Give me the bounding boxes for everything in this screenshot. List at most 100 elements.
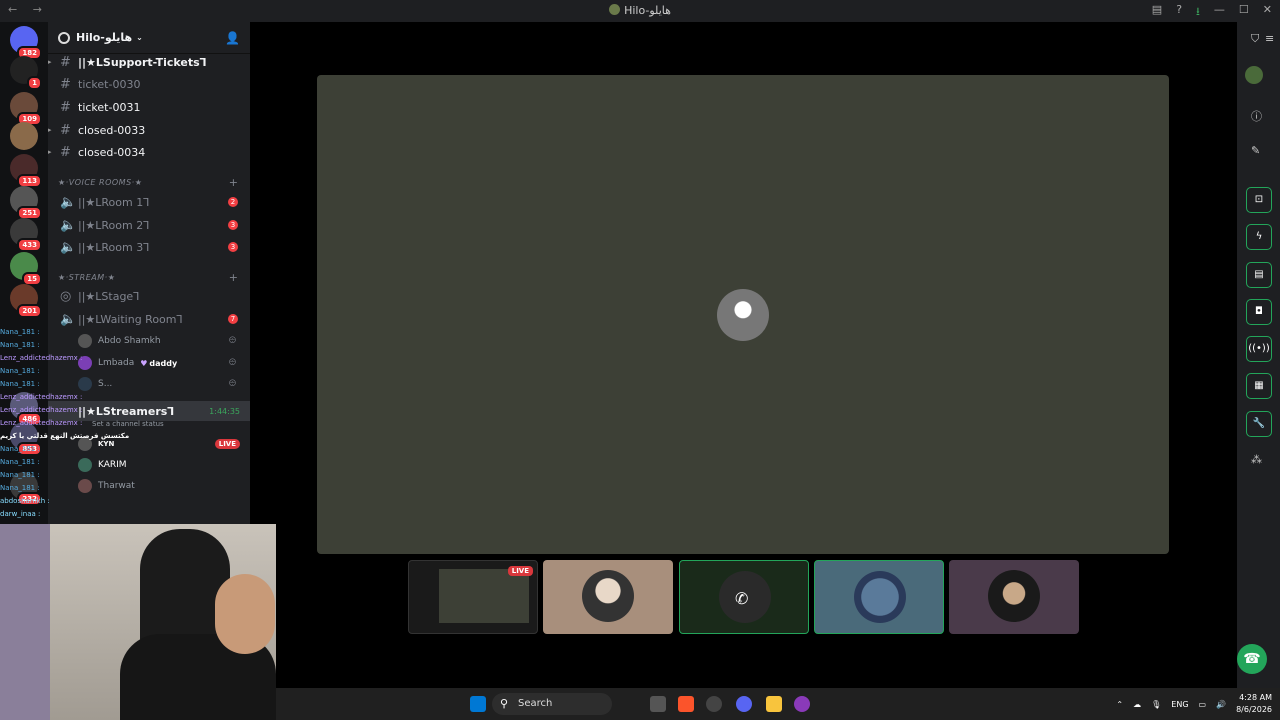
stream-chat-overlay: Nana_181 : Nana_181 : Lenz_addictedhazem… (0, 326, 250, 521)
channel-ticket-0031[interactable]: # ticket-0031 (48, 97, 250, 117)
stream-preview (439, 569, 529, 623)
server-icon[interactable]: 15 (10, 252, 42, 286)
task-view-icon[interactable] (650, 696, 666, 712)
app-icon[interactable] (706, 696, 722, 712)
system-tray: ⌃ ☁ 🎙 ENG ▭ 🔊 4:28 AM 8/6/2026 (1116, 692, 1272, 716)
hash-icon: # (60, 76, 71, 92)
clock[interactable]: 4:28 AM 8/6/2026 (1236, 692, 1272, 716)
help-icon[interactable]: ? (1176, 3, 1182, 22)
cloud-icon[interactable]: ☁ (1133, 700, 1141, 709)
info-icon[interactable]: ⓘ (1251, 108, 1262, 124)
windows-start-icon[interactable] (470, 696, 486, 712)
close-button[interactable]: ✕ (1263, 3, 1272, 22)
server-icon[interactable] (10, 122, 38, 150)
pencil-icon[interactable]: ✎ (1251, 144, 1260, 157)
channel-closed-0033[interactable]: ▸ # closed-0033 (48, 120, 250, 140)
chevron-up-icon[interactable]: ⌃ (1116, 700, 1123, 709)
discord-home-icon[interactable]: 182 (10, 26, 42, 60)
category-voice-rooms[interactable]: ★·VOICE ROOMS·★ (58, 178, 142, 187)
channel-name: ||★LSupport-Tickets⅂ (78, 55, 206, 69)
chevron-down-icon: ⌄ (136, 33, 143, 42)
user-count-badge: 3 (228, 242, 238, 252)
server-icon[interactable]: 433 (10, 218, 42, 252)
download-icon[interactable]: ⭳ (1196, 3, 1200, 22)
server-icon[interactable]: 251 (10, 186, 42, 220)
chat-line: Nana_181 : (0, 326, 250, 339)
server-icon[interactable]: 201 (10, 284, 42, 318)
participant-tile[interactable] (543, 560, 673, 634)
channel-name: ||★LRoom 1⅂ (78, 195, 150, 209)
category-stream[interactable]: ★·STREAM·★ (58, 273, 115, 282)
voice-room-3[interactable]: 🔈 ||★LRoom 3⅂ 3 (48, 237, 250, 257)
speaker-icon: 🔈 (60, 194, 77, 210)
avatar[interactable] (1245, 66, 1263, 84)
chat-user: Nana_181 : (0, 328, 40, 336)
user-count-badge: 2 (228, 197, 238, 207)
chat-line: Nana_181 : (0, 456, 250, 469)
language-indicator[interactable]: ENG (1171, 700, 1188, 709)
chat-user: Lenz_addictedhazemx : (0, 393, 83, 401)
support-icon[interactable]: ☎ (1237, 644, 1267, 674)
add-channel-icon[interactable]: + (229, 176, 238, 189)
chat-icon[interactable]: ◘ (1246, 299, 1272, 325)
chat-user: Nana_181 : (0, 380, 40, 388)
server-icon[interactable]: ▦ (1246, 373, 1272, 399)
hash-icon: # (60, 54, 71, 70)
chat-user: darw_inaa : (0, 510, 41, 518)
badge: 1 (27, 76, 42, 90)
brave-browser-icon[interactable] (678, 696, 694, 712)
participant-tile[interactable]: ✆ (679, 560, 809, 634)
stage-channel[interactable]: ◎ ||★LStage⅂ (48, 286, 250, 306)
chat-line: Nana_181 : (0, 443, 250, 456)
screen-icon[interactable]: ⊡ (1246, 187, 1272, 213)
avatar (854, 571, 906, 623)
chevron-right-icon: ▸ (48, 148, 52, 156)
app-icon[interactable] (794, 696, 810, 712)
server-header[interactable]: Hilo-هايلو ⌄ 👤 (48, 22, 250, 54)
chat-line: Lenz_addictedhazemx : (0, 352, 250, 365)
voice-room-1[interactable]: 🔈 ||★LRoom 1⅂ 2 (48, 192, 250, 212)
participant-tile[interactable] (949, 560, 1079, 634)
stream-tile[interactable]: LIVE (408, 560, 538, 634)
document-icon[interactable]: ▤ (1246, 262, 1272, 288)
search-input[interactable]: ⚲ Search (492, 693, 612, 715)
app-icon (609, 4, 621, 15)
inbox-icon[interactable]: ▤ (1152, 3, 1162, 22)
channel-closed-0034[interactable]: ▸ # closed-0034 (48, 142, 250, 162)
network-icon[interactable]: ▭ (1199, 700, 1207, 709)
user-count-badge: 7 (228, 314, 238, 324)
chat-user: Lenz_addictedhazemx : (0, 419, 83, 427)
chat-message: مكتسش فرصتش النهع قدلتي يا كريم (0, 432, 130, 440)
webcam-overlay (0, 524, 276, 720)
server-icon[interactable]: 113 (10, 154, 42, 188)
microphone-icon[interactable]: 🎙 (1151, 700, 1161, 709)
maximize-button[interactable]: ☐ (1239, 3, 1249, 22)
channel-support-tickets[interactable]: ▸ # ||★LSupport-Tickets⅂ (48, 52, 250, 72)
file-explorer-icon[interactable] (766, 696, 782, 712)
add-channel-icon[interactable]: + (229, 271, 238, 284)
channel-name: ||★LRoom 2⅂ (78, 218, 150, 232)
lightning-icon[interactable]: ϟ (1246, 224, 1272, 250)
live-badge: LIVE (507, 566, 533, 576)
menu-icon[interactable]: ≡ (1265, 32, 1274, 45)
wrench-icon[interactable]: 🔧 (1246, 411, 1272, 437)
chat-line: darw_inaa : (0, 508, 250, 521)
minimize-button[interactable]: — (1214, 3, 1225, 22)
discord-icon[interactable] (736, 696, 752, 712)
phone-icon: ✆ (735, 589, 749, 608)
channel-ticket-0030[interactable]: # ticket-0030 (48, 74, 250, 94)
main-video-pane[interactable] (317, 75, 1169, 554)
participant-tile[interactable] (814, 560, 944, 634)
chat-line: Lenz_addictedhazemx : (0, 417, 250, 430)
chat-line: Nana_181 : (0, 339, 250, 352)
broadcast-icon[interactable]: ((•)) (1246, 336, 1272, 362)
volume-icon[interactable]: 🔊 (1216, 700, 1226, 709)
speaker-icon: 🔈 (60, 311, 77, 327)
add-user-icon[interactable]: 👤 (225, 31, 240, 45)
chat-user: Nana_181 : (0, 484, 40, 492)
apps-icon[interactable]: ⁂ (1251, 453, 1262, 466)
shield-icon[interactable]: ⛉ (1251, 32, 1259, 46)
server-icon[interactable]: 109 (10, 92, 42, 126)
voice-room-2[interactable]: 🔈 ||★LRoom 2⅂ 3 (48, 215, 250, 235)
server-icon[interactable]: 1 (10, 56, 42, 90)
